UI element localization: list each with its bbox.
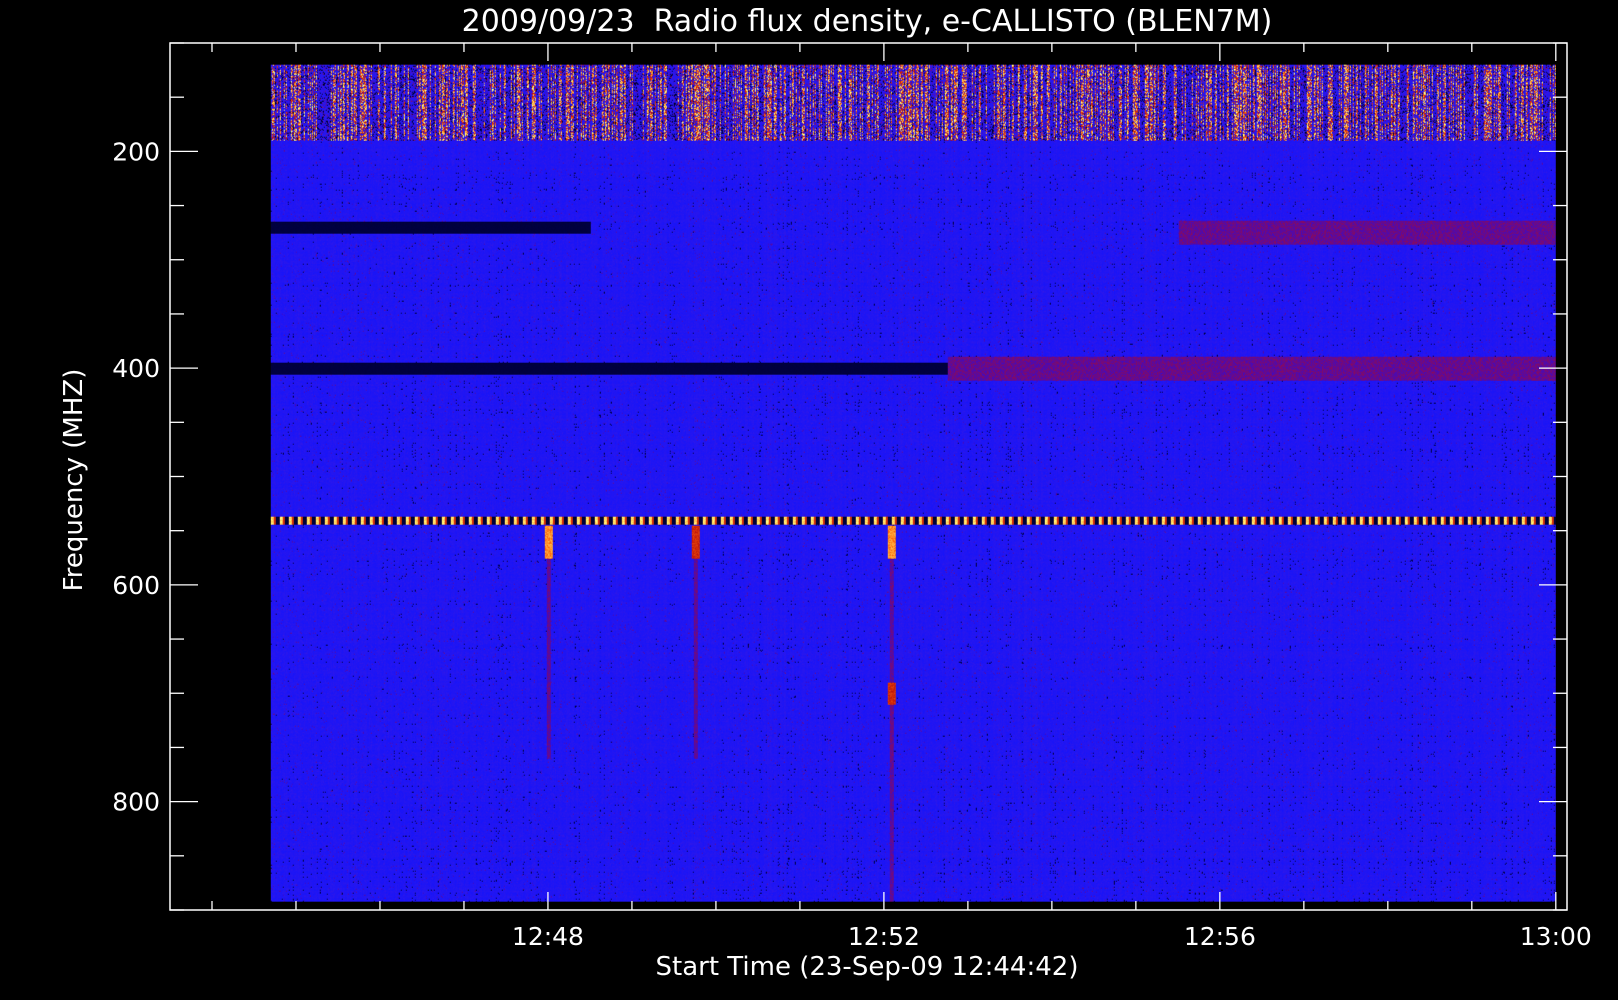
x-tick-label: 12:48 <box>512 922 584 951</box>
x-tick-label: 12:52 <box>848 922 920 951</box>
spectrogram-chart: 12:48 12:52 12:56 13:00 200 400 600 800 2009/09… <box>0 0 1618 1000</box>
y-tick-label: 200 <box>112 137 160 166</box>
chart-title: 2009/09/23 Radio flux density, e-CALLIST… <box>462 4 1273 39</box>
y-tick-label: 800 <box>112 788 160 817</box>
spectrogram-raster <box>270 64 1556 902</box>
x-axis-label: Start Time (23-Sep-09 12:44:42) <box>656 952 1079 982</box>
y-tick-label: 600 <box>112 571 160 600</box>
x-tick-label: 12:56 <box>1184 922 1256 951</box>
x-tick-label: 13:00 <box>1520 922 1592 951</box>
y-tick-label: 400 <box>112 354 160 383</box>
spectrogram-image <box>270 64 1556 902</box>
y-axis-label: Frequency (MHZ) <box>59 369 89 592</box>
